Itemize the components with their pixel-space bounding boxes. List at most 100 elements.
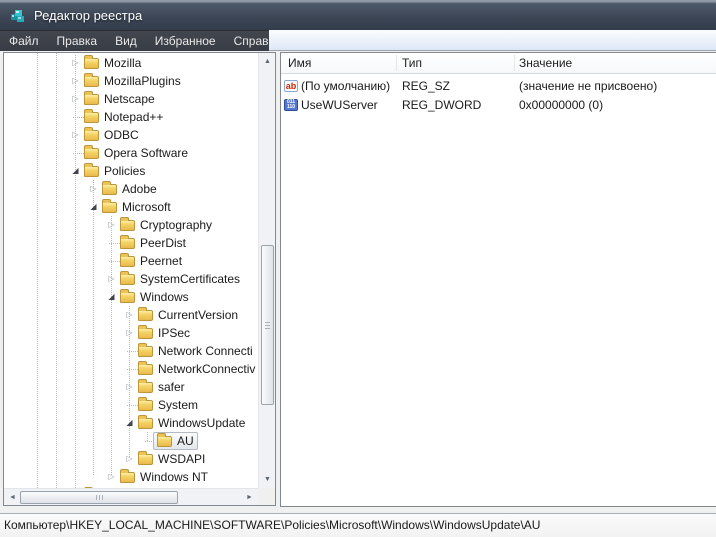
scroll-left-icon[interactable]: ◄ [4, 489, 21, 506]
tree-item-peernet[interactable]: Peernet [5, 252, 257, 270]
scroll-up-icon[interactable]: ▲ [259, 53, 276, 70]
tree-item-wsdapi[interactable]: ▷WSDAPI [5, 450, 257, 468]
tree-item-notepad[interactable]: Notepad++ [5, 108, 257, 126]
selected-key-path: Компьютер\HKEY_LOCAL_MACHINE\SOFTWARE\Po… [4, 518, 540, 532]
tree-item-au[interactable]: AU [5, 432, 257, 450]
tree-item-cryptography[interactable]: ▷ Cryptography [5, 216, 257, 234]
expand-icon[interactable]: ▷ [106, 270, 117, 288]
column-header-name[interactable]: Имя [288, 53, 311, 73]
collapse-icon[interactable]: ◢ [88, 198, 99, 216]
folder-icon [138, 454, 153, 465]
tree-item-peerdist[interactable]: PeerDist [5, 234, 257, 252]
collapse-icon[interactable]: ◢ [106, 288, 117, 306]
tree-item-label: ODBC [104, 126, 139, 144]
tree-item-odbc[interactable]: ▷ ODBC [5, 126, 257, 144]
tree-item-mozilla[interactable]: ▷ Mozilla [5, 54, 257, 72]
menu-item-view[interactable]: Вид [106, 31, 146, 51]
tree-node: Cryptography [117, 216, 215, 234]
tree-node: Netscape [81, 90, 158, 108]
tree-item-windowsupdate[interactable]: ◢WindowsUpdate [5, 414, 257, 432]
expand-icon[interactable]: ▷ [70, 72, 81, 90]
folder-icon [138, 328, 153, 339]
tree-item-windows[interactable]: ◢ Windows [5, 288, 257, 306]
collapse-icon[interactable]: ◢ [124, 414, 135, 432]
tree-item-safer[interactable]: ▷safer [5, 378, 257, 396]
scroll-right-icon[interactable]: ► [241, 489, 258, 506]
tree-item-netscape[interactable]: ▷Netscape [5, 90, 257, 108]
tree-item-microsoft[interactable]: ◢ Microsoft [5, 198, 257, 216]
tree-node: Microsoft [99, 198, 174, 216]
tree-item-policies[interactable]: ◢ Policies [5, 162, 257, 180]
tree-horizontal-scrollbar[interactable]: ◄ ► [4, 488, 258, 505]
folder-icon [120, 274, 135, 285]
registry-tree-panel: ▷Mozilla▷MozillaPlugins▷NetscapeNotepad+… [3, 52, 276, 506]
tree-node: NetworkConnectiv [135, 360, 257, 378]
tree-node: Opera Software [81, 144, 191, 162]
menu-item-favorites[interactable]: Избранное [146, 31, 225, 51]
tree-item-system[interactable]: System [5, 396, 257, 414]
vertical-scroll-thumb[interactable] [261, 245, 274, 405]
expand-icon[interactable]: ▷ [70, 90, 81, 108]
tree-node: Mozilla [81, 54, 144, 72]
tree-node: Peernet [117, 252, 185, 270]
expand-icon[interactable]: ▷ [106, 468, 117, 486]
horizontal-scroll-thumb[interactable] [20, 491, 178, 504]
expand-icon[interactable]: ▷ [106, 216, 117, 234]
expand-icon[interactable]: ▷ [124, 324, 135, 342]
tree-item-ipsec[interactable]: ▷ IPSec [5, 324, 257, 342]
menu-item-file[interactable]: Файл [0, 31, 48, 51]
folder-icon [120, 220, 135, 231]
folder-icon [157, 436, 172, 447]
tree-item-network-connecti[interactable]: Network Connecti [5, 342, 257, 360]
tree-item-windows-nt[interactable]: ▷Windows NT [5, 468, 257, 486]
tree-node: PeerDist [117, 234, 189, 252]
tree-item-label: NetworkConnectiv [158, 360, 255, 378]
expand-icon[interactable]: ▷ [124, 450, 135, 468]
value-row-usewuserver[interactable]: 011110UseWUServerREG_DWORD0x00000000 (0) [281, 96, 716, 115]
tree-item-label: MozillaPlugins [104, 72, 181, 90]
tree-item-label: Microsoft [122, 198, 171, 216]
reg-sz-icon: ab [284, 80, 298, 92]
menu-item-edit[interactable]: Правка [48, 31, 107, 51]
window-title: Редактор реестра [34, 8, 142, 23]
column-header-type[interactable]: Тип [402, 53, 422, 73]
tree-item-adobe[interactable]: ▷Adobe [5, 180, 257, 198]
column-separator[interactable] [396, 55, 397, 71]
tree-item-opera-software[interactable]: Opera Software [5, 144, 257, 162]
tree-item-currentversion[interactable]: ▷CurrentVersion [5, 306, 257, 324]
collapse-icon[interactable]: ◢ [70, 162, 81, 180]
tree-item-systemcertificates[interactable]: ▷SystemCertificates [5, 270, 257, 288]
value-type: REG_SZ [402, 77, 450, 96]
tree-item-label: Network Connecti [158, 342, 253, 360]
tree-item-label: Cryptography [140, 216, 212, 234]
expand-icon[interactable]: ▷ [70, 54, 81, 72]
tree-item-label: System [158, 396, 198, 414]
expand-icon[interactable]: ▷ [124, 378, 135, 396]
menu-bar: ФайлПравкаВидИзбранноеСправка [0, 30, 716, 51]
folder-icon [138, 346, 153, 357]
scrollbar-corner [258, 488, 275, 505]
folder-icon [120, 238, 135, 249]
value-data: 0x00000000 (0) [519, 96, 603, 115]
scroll-down-icon[interactable]: ▼ [259, 471, 276, 488]
tree-item-label: Policies [104, 162, 145, 180]
tree-item-mozillaplugins[interactable]: ▷ MozillaPlugins [5, 72, 257, 90]
expand-icon[interactable]: ▷ [88, 180, 99, 198]
tree-item-label: IPSec [158, 324, 190, 342]
tree-viewport: ▷Mozilla▷MozillaPlugins▷NetscapeNotepad+… [5, 53, 257, 488]
thumb-grip-icon [99, 495, 100, 500]
folder-icon [84, 112, 99, 123]
value-row-item[interactable]: ab(По умолчанию)REG_SZ(значение не присв… [281, 77, 716, 96]
tree-vertical-scrollbar[interactable]: ▲ ▼ [258, 53, 275, 488]
folder-icon [138, 364, 153, 375]
column-separator[interactable] [514, 55, 515, 71]
tree-item-label: Windows [140, 288, 189, 306]
expand-icon[interactable]: ▷ [70, 126, 81, 144]
tree-item-networkconnectiv[interactable]: NetworkConnectiv [5, 360, 257, 378]
tree-item-label: Mozilla [104, 54, 141, 72]
column-header-value[interactable]: Значение [519, 53, 572, 73]
folder-icon [84, 58, 99, 69]
expand-icon[interactable]: ▷ [124, 306, 135, 324]
folder-icon [138, 310, 153, 321]
window-titlebar[interactable]: Редактор реестра [0, 0, 716, 30]
